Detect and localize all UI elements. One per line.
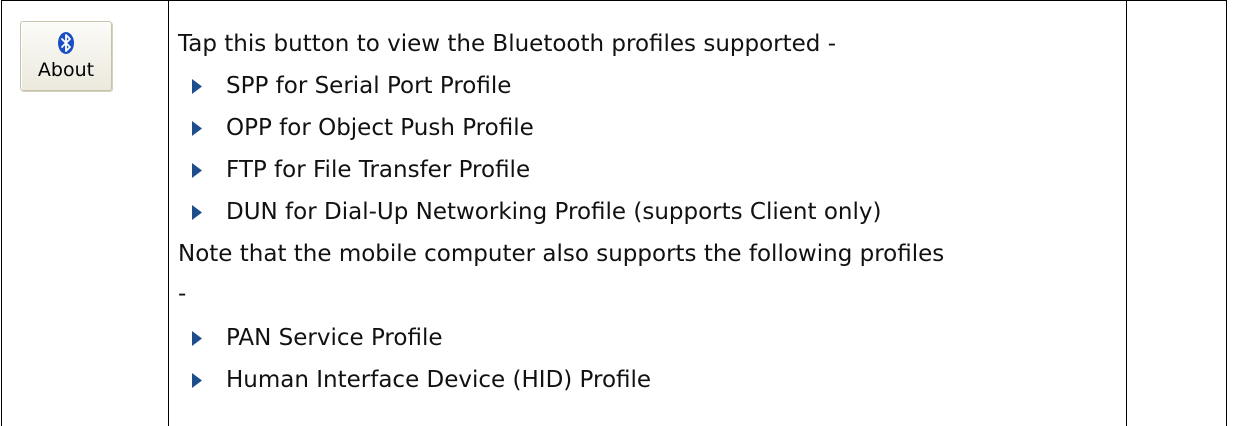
column-divider: [1126, 0, 1127, 426]
note-text-continued: -: [178, 281, 187, 307]
table-right-border: [1226, 0, 1227, 426]
profile-item: Human Interface Device (HID) Profile: [226, 367, 652, 393]
note-text: Note that the mobile computer also suppo…: [178, 241, 945, 267]
bluetooth-icon: [58, 32, 74, 54]
intro-text: Tap this button to view the Bluetooth pr…: [178, 31, 837, 57]
profile-item: DUN for Dial-Up Networking Profile (supp…: [226, 199, 882, 225]
profile-item: OPP for Object Push Profile: [226, 115, 534, 141]
profile-item: SPP for Serial Port Profile: [226, 73, 512, 99]
bullet-arrow-icon: [192, 331, 202, 346]
about-button-label: About: [37, 59, 95, 81]
bullet-arrow-icon: [192, 121, 202, 136]
bullet-arrow-icon: [192, 205, 202, 220]
about-button[interactable]: About: [20, 21, 112, 91]
bullet-arrow-icon: [192, 79, 202, 94]
table-left-border: [1, 0, 2, 426]
profile-item: FTP for File Transfer Profile: [226, 157, 531, 183]
bullet-arrow-icon: [192, 163, 202, 178]
table-top-border: [1, 0, 1227, 1]
bullet-arrow-icon: [192, 373, 202, 388]
profile-item: PAN Service Profile: [226, 325, 443, 351]
column-divider: [168, 0, 169, 426]
profile-table: About Tap this button to view the Blueto…: [0, 0, 1255, 426]
